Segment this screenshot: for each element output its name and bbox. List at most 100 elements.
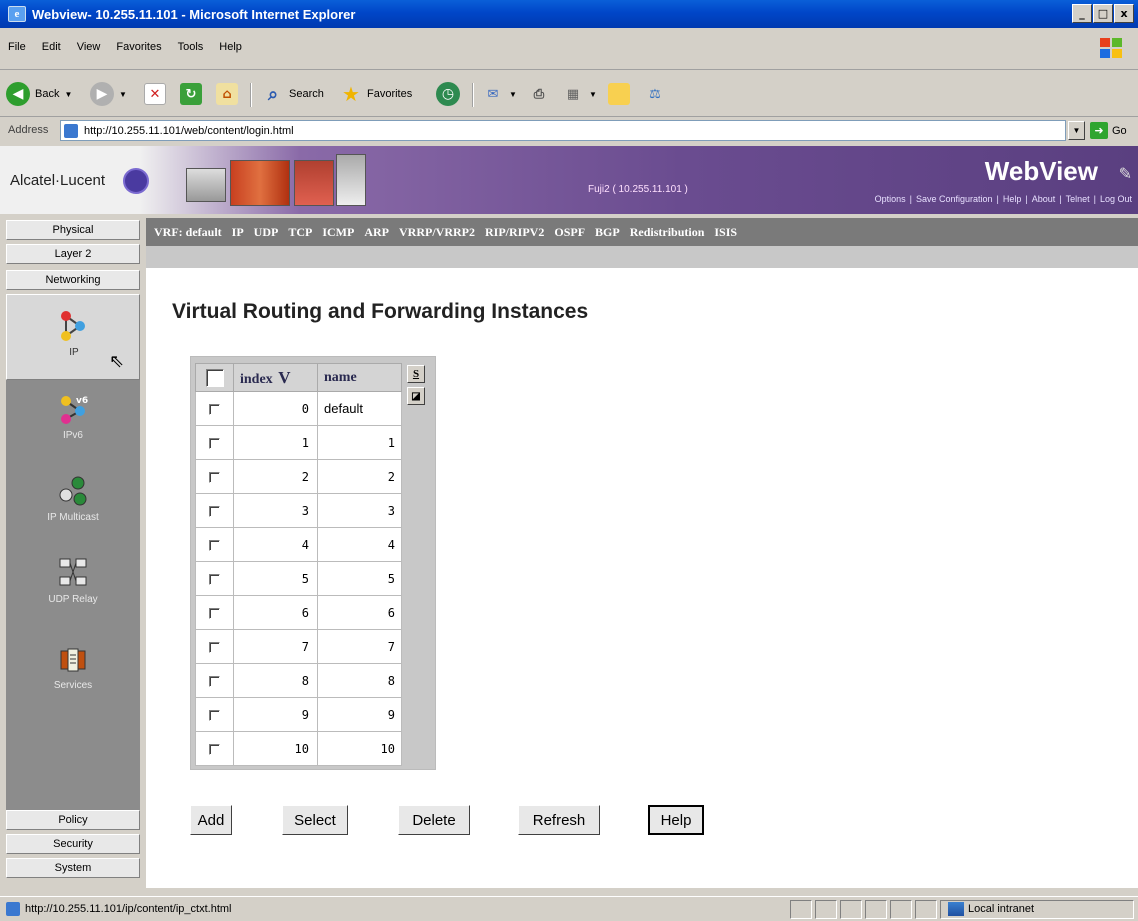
row-checkbox[interactable] xyxy=(209,709,220,721)
row-checkbox[interactable] xyxy=(209,403,220,415)
header-links: Options | Save Configuration | Help | Ab… xyxy=(875,194,1132,204)
nav-item-ipv6[interactable]: v6 IPv6 xyxy=(6,392,140,441)
tab-udp[interactable]: UDP xyxy=(254,225,279,240)
nav-item-ip-selected[interactable]: IP ⇖ xyxy=(6,294,140,380)
table-row[interactable]: 11 xyxy=(195,425,402,460)
tab-vrrp[interactable]: VRRP/VRRP2 xyxy=(399,225,475,240)
history-button[interactable]: ◷ xyxy=(436,81,460,107)
tab-vrf[interactable]: VRF: default xyxy=(154,225,222,240)
tab-rip[interactable]: RIP/RIPV2 xyxy=(485,225,544,240)
help-link[interactable]: Help xyxy=(1003,194,1022,204)
menu-file[interactable]: File xyxy=(8,41,26,53)
menu-edit[interactable]: Edit xyxy=(42,41,61,53)
status-pane xyxy=(865,900,887,919)
nav-physical[interactable]: Physical xyxy=(6,220,140,240)
select-button[interactable]: Select xyxy=(282,805,348,835)
name-column-header[interactable]: name xyxy=(317,363,402,392)
tab-ip[interactable]: IP xyxy=(232,225,244,240)
row-checkbox[interactable] xyxy=(209,675,220,687)
favorites-button[interactable]: ★ Favorites xyxy=(340,81,412,107)
minimize-button[interactable]: _ xyxy=(1072,4,1092,23)
table-row[interactable]: 44 xyxy=(195,527,402,562)
edit-button[interactable]: ▦ ▼ xyxy=(562,81,597,107)
address-dropdown-button[interactable]: ▼ xyxy=(1068,121,1085,140)
tab-arp[interactable]: ARP xyxy=(364,225,389,240)
go-arrow-icon: ➜ xyxy=(1090,122,1108,139)
close-button[interactable]: x xyxy=(1114,4,1134,23)
row-checkbox[interactable] xyxy=(209,505,220,517)
table-row[interactable]: 55 xyxy=(195,561,402,596)
row-checkbox[interactable] xyxy=(209,471,220,483)
table-row[interactable]: 88 xyxy=(195,663,402,698)
telnet-link[interactable]: Telnet xyxy=(1066,194,1090,204)
tab-tcp[interactable]: TCP xyxy=(288,225,312,240)
stop-button[interactable]: ✕ xyxy=(144,81,166,107)
print-button[interactable]: ⎙ xyxy=(528,81,550,107)
nav-networking[interactable]: Networking xyxy=(6,270,140,290)
back-button[interactable]: ◀ Back ▼ xyxy=(6,81,72,107)
ip-multicast-icon xyxy=(56,474,90,508)
forward-arrow-icon: ▶ xyxy=(90,82,114,106)
row-checkbox[interactable] xyxy=(209,641,220,653)
address-input[interactable]: http://10.255.11.101/web/content/login.h… xyxy=(60,120,1066,141)
name-header-label: name xyxy=(324,369,357,385)
nav-item-services[interactable]: Services xyxy=(6,642,140,691)
switch-chassis-image xyxy=(336,154,366,206)
add-button[interactable]: Add xyxy=(190,805,232,835)
alcatel-lucent-logo-icon xyxy=(123,168,149,194)
tab-isis[interactable]: ISIS xyxy=(714,225,737,240)
maximize-button[interactable]: □ xyxy=(1093,4,1113,23)
tab-redistribution[interactable]: Redistribution xyxy=(630,225,705,240)
table-row[interactable]: 66 xyxy=(195,595,402,630)
table-row[interactable]: 0 default xyxy=(195,391,402,426)
status-pane xyxy=(915,900,937,919)
nav-item-udp-relay[interactable]: UDP Relay xyxy=(6,556,140,605)
forward-button[interactable]: ▶ ▼ xyxy=(90,81,127,107)
refresh-button[interactable]: Refresh xyxy=(518,805,600,835)
name-cell: 10 xyxy=(317,731,402,766)
export-icon[interactable]: ◪ xyxy=(407,387,425,405)
row-checkbox[interactable] xyxy=(209,437,220,449)
logout-link[interactable]: Log Out xyxy=(1100,194,1132,204)
menu-favorites[interactable]: Favorites xyxy=(116,41,161,53)
nav-policy[interactable]: Policy xyxy=(6,810,140,830)
refresh-button[interactable]: ↻ xyxy=(180,81,202,107)
tab-icmp[interactable]: ICMP xyxy=(322,225,354,240)
folder-button[interactable] xyxy=(608,81,630,107)
tab-ospf[interactable]: OSPF xyxy=(554,225,585,240)
save-configuration-link[interactable]: Save Configuration xyxy=(916,194,993,204)
nav-system[interactable]: System xyxy=(6,858,140,878)
table-row[interactable]: 33 xyxy=(195,493,402,528)
row-checkbox[interactable] xyxy=(209,743,220,755)
row-checkbox[interactable] xyxy=(209,607,220,619)
link-separator: | xyxy=(1025,194,1028,204)
home-button[interactable]: ⌂ xyxy=(216,81,238,107)
table-row[interactable]: 10 10 xyxy=(195,731,402,766)
index-column-header[interactable]: index V xyxy=(233,363,318,392)
mail-button[interactable]: ✉ ▼ xyxy=(482,81,517,107)
table-row[interactable]: 99 xyxy=(195,697,402,732)
nav-layer2[interactable]: Layer 2 xyxy=(6,244,140,264)
delete-button[interactable]: Delete xyxy=(398,805,470,835)
help-button[interactable]: Help xyxy=(648,805,704,835)
row-checkbox[interactable] xyxy=(209,539,220,551)
table-row[interactable]: 77 xyxy=(195,629,402,664)
mail-icon: ✉ xyxy=(487,86,499,102)
table-row[interactable]: 22 xyxy=(195,459,402,494)
column-select-button[interactable]: S xyxy=(407,365,425,383)
nav-item-ip-multicast[interactable]: IP Multicast xyxy=(6,474,140,523)
menu-help[interactable]: Help xyxy=(219,41,242,53)
about-link[interactable]: About xyxy=(1032,194,1056,204)
go-button[interactable]: ➜ Go xyxy=(1090,122,1127,139)
research-button[interactable]: ⚖ xyxy=(644,81,666,107)
menu-view[interactable]: View xyxy=(77,41,101,53)
select-all-checkbox[interactable] xyxy=(205,368,224,387)
row-checkbox[interactable] xyxy=(209,573,220,585)
search-button[interactable]: ⌕ Search xyxy=(262,81,324,107)
menu-tools[interactable]: Tools xyxy=(178,41,204,53)
nav-security[interactable]: Security xyxy=(6,834,140,854)
options-link[interactable]: Options xyxy=(875,194,906,204)
app-title: WebView xyxy=(984,156,1098,186)
name-cell: default xyxy=(317,391,402,426)
tab-bgp[interactable]: BGP xyxy=(595,225,620,240)
